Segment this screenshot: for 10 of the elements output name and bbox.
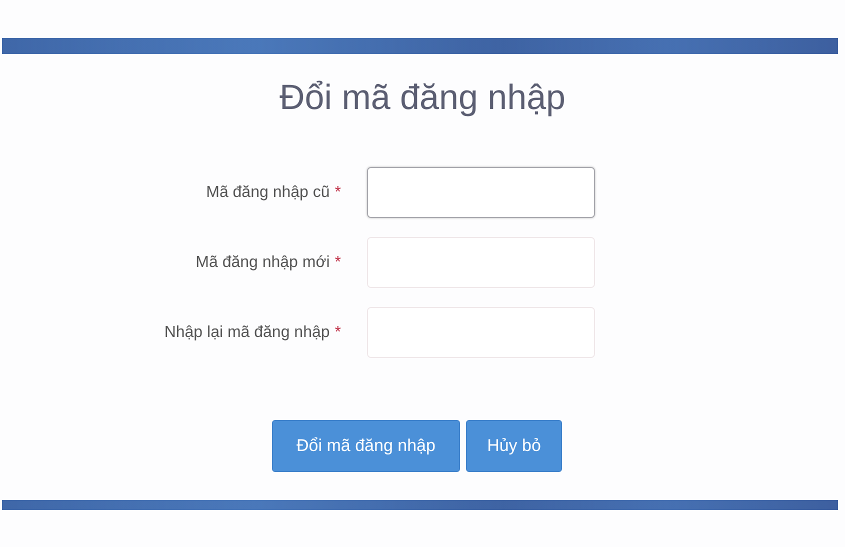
field-label: Mã đăng nhập cũ [206,184,330,200]
required-mark: * [334,324,341,340]
field-label: Mã đăng nhập mới [196,254,330,270]
required-mark: * [334,254,341,270]
required-mark: * [334,184,341,200]
action-button[interactable]: Đổi mã đăng nhập [272,420,460,472]
page-title: Đổi mã đăng nhập [279,77,566,119]
password-field[interactable] [367,167,595,218]
field-label: Nhập lại mã đăng nhập [164,324,330,340]
action-button[interactable]: Hủy bỏ [466,420,562,472]
